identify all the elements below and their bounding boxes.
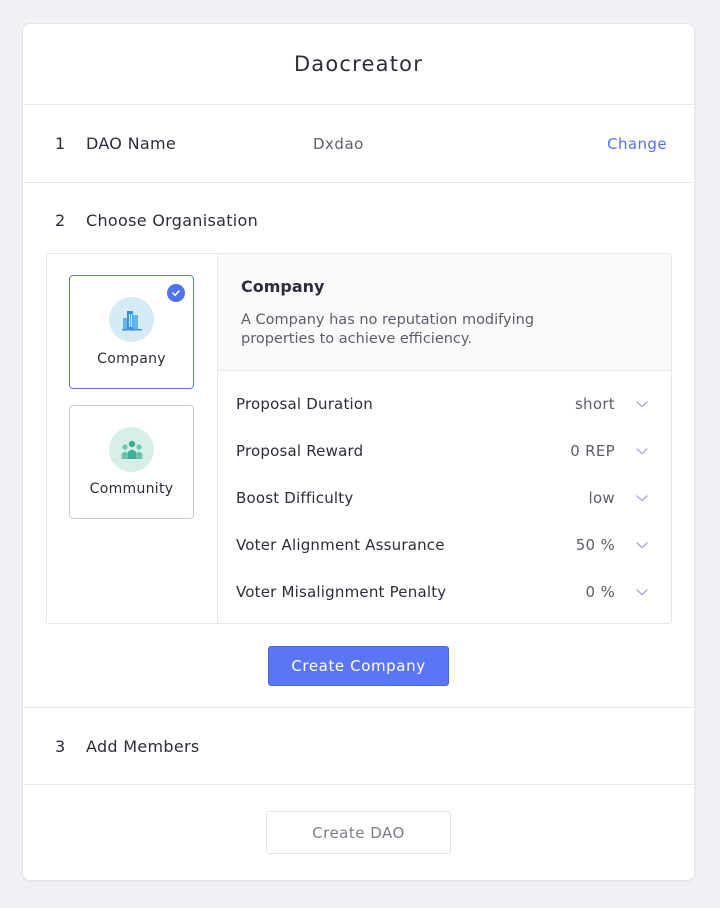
chevron-down-icon (636, 448, 648, 455)
param-row-proposal-duration[interactable]: Proposal Duration short (236, 392, 649, 416)
organisation-details: Company A Company has no reputation modi… (218, 254, 671, 623)
param-label: Voter Misalignment Penalty (236, 583, 447, 601)
people-icon (109, 427, 154, 472)
param-value: 0 % (585, 583, 615, 601)
org-name: Community (89, 481, 174, 497)
daocreator-card: Daocreator 1 DAO Name Dxdao Change 2 Cho… (22, 23, 695, 881)
org-card-company[interactable]: Company (69, 275, 194, 389)
step-dao-name: 1 DAO Name Dxdao Change (23, 105, 694, 183)
details-description: A Company has no reputation modifying pr… (241, 312, 535, 347)
chevron-down-icon (636, 401, 648, 408)
organisation-panel: Company Community Company A Company has … (46, 253, 672, 624)
details-title: Company (241, 277, 325, 296)
step-label: Choose Organisation (86, 211, 259, 230)
param-label: Boost Difficulty (236, 489, 354, 507)
chevron-down-icon (636, 542, 648, 549)
param-value: 0 REP (570, 442, 615, 460)
param-row-boost-difficulty[interactable]: Boost Difficulty low (236, 486, 649, 510)
step-number: 1 (55, 134, 66, 153)
building-icon (109, 297, 154, 342)
param-label: Voter Alignment Assurance (236, 536, 445, 554)
param-label: Proposal Duration (236, 395, 373, 413)
org-name: Company (97, 351, 166, 367)
param-row-voter-misalignment-penalty[interactable]: Voter Misalignment Penalty 0 % (236, 580, 649, 604)
create-dao-button[interactable]: Create DAO (266, 811, 451, 854)
create-company-button[interactable]: Create Company (268, 646, 449, 686)
step-number: 3 (55, 737, 66, 756)
step-label: DAO Name (86, 134, 176, 153)
param-label: Proposal Reward (236, 442, 364, 460)
step-label: Add Members (86, 737, 200, 756)
org-card-community[interactable]: Community (69, 405, 194, 519)
check-icon (167, 284, 185, 302)
param-row-voter-alignment-assurance[interactable]: Voter Alignment Assurance 50 % (236, 533, 649, 557)
chevron-down-icon (636, 495, 648, 502)
step-number: 2 (55, 211, 66, 230)
details-header: Company A Company has no reputation modi… (218, 254, 671, 371)
page-title: Daocreator (23, 24, 694, 105)
param-value: 50 % (575, 536, 615, 554)
dao-name-value: Dxdao (313, 135, 364, 153)
param-value: low (588, 489, 615, 507)
param-row-proposal-reward[interactable]: Proposal Reward 0 REP (236, 439, 649, 463)
chevron-down-icon (636, 589, 648, 596)
step-add-members: 3 Add Members (23, 707, 694, 785)
param-value: short (574, 395, 615, 413)
change-link[interactable]: Change (607, 135, 667, 153)
organisation-list: Company Community (47, 254, 218, 623)
